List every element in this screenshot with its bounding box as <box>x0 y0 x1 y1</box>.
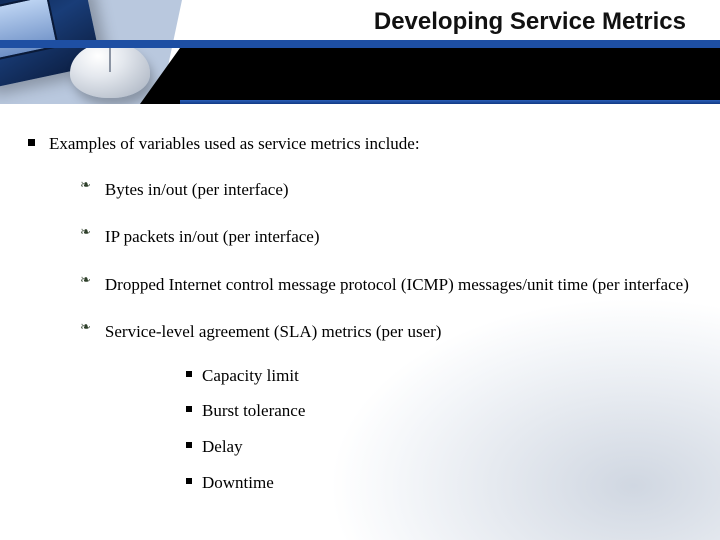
leaf-bullet-icon: ❧ <box>80 175 91 195</box>
square-bullet-icon <box>186 442 192 448</box>
list-item: Downtime <box>186 471 694 495</box>
list-item-text: Capacity limit <box>202 364 299 388</box>
list-item: Burst tolerance <box>186 399 694 423</box>
header-black-bar <box>180 48 720 104</box>
leaf-bullet-icon: ❧ <box>80 270 91 290</box>
list-item-text: Delay <box>202 435 243 459</box>
slide-header: Developing Service Metrics <box>0 0 720 110</box>
slide-title: Developing Service Metrics <box>374 8 686 36</box>
list-item-text: Burst tolerance <box>202 399 305 423</box>
sla-sublist: Capacity limit Burst tolerance Delay Dow… <box>186 364 694 495</box>
list-item-text: Dropped Internet control message protoco… <box>105 269 689 300</box>
list-item: Delay <box>186 435 694 459</box>
leaf-bullet-icon: ❧ <box>80 222 91 242</box>
list-item: Capacity limit <box>186 364 694 388</box>
list-item: ❧ Service-level agreement (SLA) metrics … <box>80 316 694 347</box>
slide: Developing Service Metrics Examples of v… <box>0 0 720 540</box>
list-item: ❧ IP packets in/out (per interface) <box>80 221 694 252</box>
list-item: ❧ Bytes in/out (per interface) <box>80 174 694 205</box>
intro-text: Examples of variables used as service me… <box>49 132 420 156</box>
square-bullet-icon <box>28 139 35 146</box>
header-blue-bar <box>0 40 720 48</box>
square-bullet-icon <box>186 371 192 377</box>
slide-body: Examples of variables used as service me… <box>28 132 694 507</box>
intro-bullet: Examples of variables used as service me… <box>28 132 694 156</box>
mouse-icon <box>70 42 150 98</box>
list-item-text: Bytes in/out (per interface) <box>105 174 289 205</box>
list-item-text: Service-level agreement (SLA) metrics (p… <box>105 316 442 347</box>
square-bullet-icon <box>186 478 192 484</box>
variables-list: ❧ Bytes in/out (per interface) ❧ IP pack… <box>80 174 694 495</box>
laptop-screen-icon <box>0 0 59 62</box>
header-photo <box>0 0 160 104</box>
list-item: ❧ Dropped Internet control message proto… <box>80 269 694 300</box>
list-item-text: IP packets in/out (per interface) <box>105 221 320 252</box>
square-bullet-icon <box>186 406 192 412</box>
list-item-text: Downtime <box>202 471 274 495</box>
leaf-bullet-icon: ❧ <box>80 317 91 337</box>
